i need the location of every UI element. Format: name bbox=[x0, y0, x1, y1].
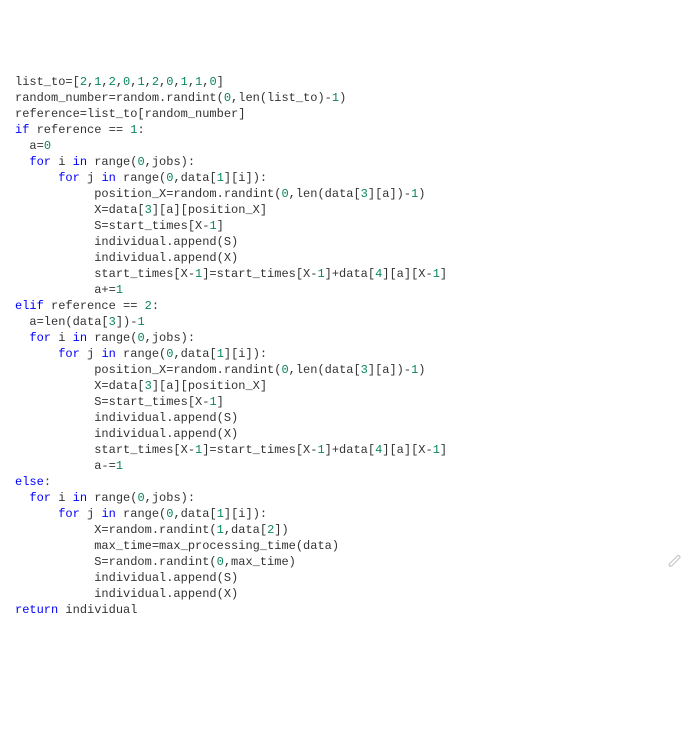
code-line: S=start_times[X-1] bbox=[15, 394, 677, 410]
code-line: a+=1 bbox=[15, 282, 677, 298]
code-line: for i in range(0,jobs): bbox=[15, 490, 677, 506]
code-line: else: bbox=[15, 474, 677, 490]
code-line: position_X=random.randint(0,len(data[3][… bbox=[15, 362, 677, 378]
code-line: individual.append(X) bbox=[15, 586, 677, 602]
code-line: start_times[X-1]=start_times[X-1]+data[4… bbox=[15, 442, 677, 458]
code-line: max_time=max_processing_time(data) bbox=[15, 538, 677, 554]
code-line: individual.append(S) bbox=[15, 410, 677, 426]
code-line: if reference == 1: bbox=[15, 122, 677, 138]
code-line: elif reference == 2: bbox=[15, 298, 677, 314]
code-line: return individual bbox=[15, 602, 677, 618]
code-line: S=start_times[X-1] bbox=[15, 218, 677, 234]
code-line: list_to=[2,1,2,0,1,2,0,1,1,0] bbox=[15, 74, 677, 90]
code-line: for j in range(0,data[1][i]): bbox=[15, 506, 677, 522]
code-line: individual.append(S) bbox=[15, 570, 677, 586]
code-block: list_to=[2,1,2,0,1,2,0,1,1,0]random_numb… bbox=[15, 74, 677, 618]
code-line: X=data[3][a][position_X] bbox=[15, 202, 677, 218]
code-line: a-=1 bbox=[15, 458, 677, 474]
code-line: X=random.randint(1,data[2]) bbox=[15, 522, 677, 538]
code-line: position_X=random.randint(0,len(data[3][… bbox=[15, 186, 677, 202]
code-line: start_times[X-1]=start_times[X-1]+data[4… bbox=[15, 266, 677, 282]
code-line: individual.append(X) bbox=[15, 426, 677, 442]
code-line: X=data[3][a][position_X] bbox=[15, 378, 677, 394]
code-line: reference=list_to[random_number] bbox=[15, 106, 677, 122]
code-line: for j in range(0,data[1][i]): bbox=[15, 170, 677, 186]
code-line: a=len(data[3])-1 bbox=[15, 314, 677, 330]
code-line: for i in range(0,jobs): bbox=[15, 154, 677, 170]
code-line: for j in range(0,data[1][i]): bbox=[15, 346, 677, 362]
code-line: a=0 bbox=[15, 138, 677, 154]
code-line: individual.append(X) bbox=[15, 250, 677, 266]
code-line: S=random.randint(0,max_time) bbox=[15, 554, 677, 570]
pencil-icon[interactable] bbox=[668, 522, 682, 536]
code-line: individual.append(S) bbox=[15, 234, 677, 250]
code-line: for i in range(0,jobs): bbox=[15, 330, 677, 346]
code-line: random_number=random.randint(0,len(list_… bbox=[15, 90, 677, 106]
